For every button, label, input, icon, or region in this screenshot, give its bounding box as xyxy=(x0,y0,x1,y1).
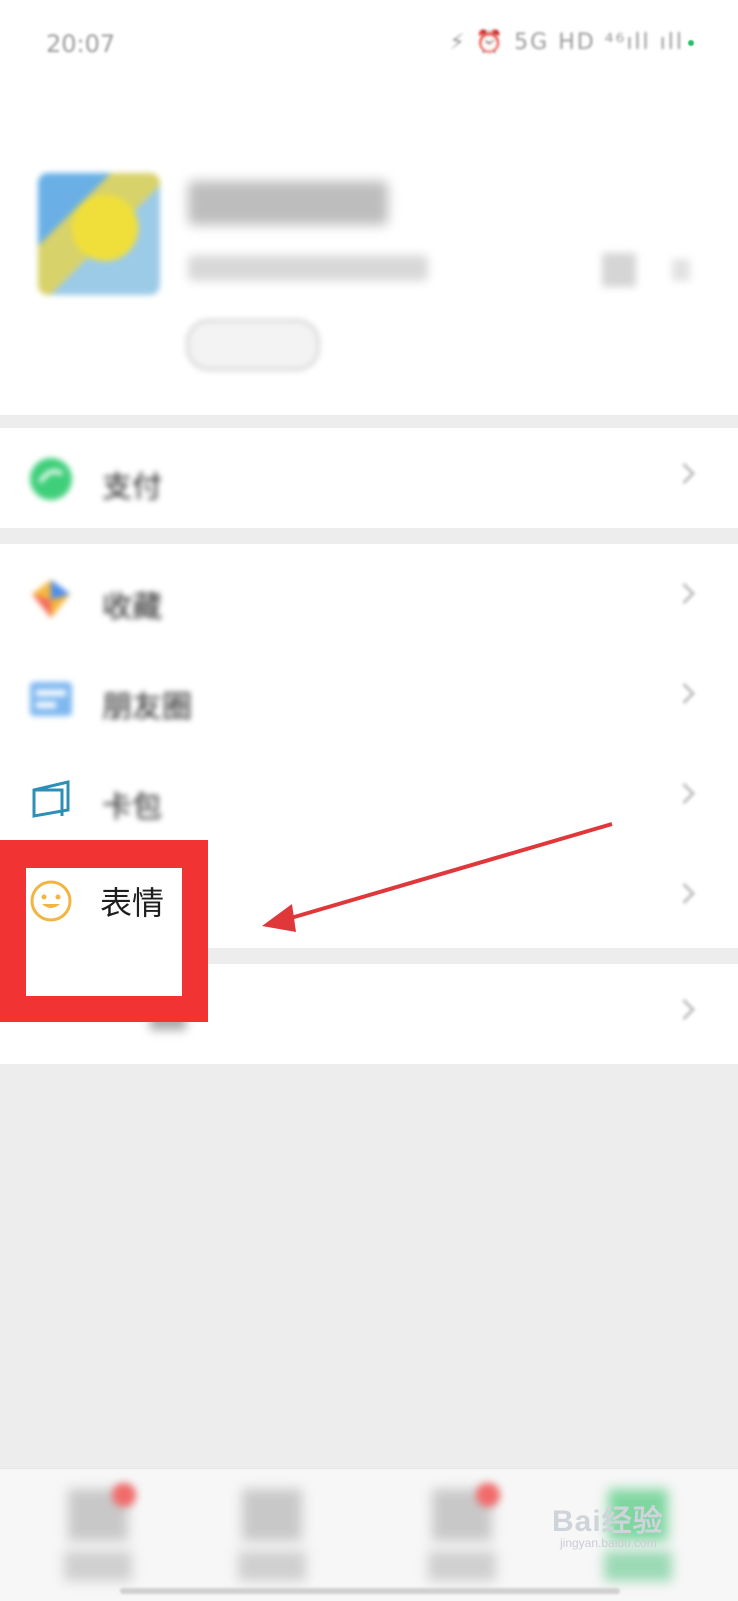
baidu-watermark: Bai经验 xyxy=(552,1505,664,1538)
battery-icon xyxy=(688,40,694,46)
profile-header[interactable] xyxy=(0,95,738,415)
contacts-icon xyxy=(242,1489,302,1541)
discover-badge xyxy=(476,1483,500,1507)
menu-item-cards-label: 卡包 xyxy=(102,790,162,825)
tab-chats[interactable] xyxy=(60,1483,140,1589)
tab-chats-label xyxy=(64,1551,132,1581)
moments-icon xyxy=(28,676,74,722)
chevron-right-icon xyxy=(672,259,690,281)
pay-icon xyxy=(28,456,74,502)
menu-item-favorites[interactable]: 收藏 xyxy=(0,548,738,648)
favorites-icon xyxy=(28,576,74,622)
chevron-right-icon xyxy=(673,882,696,905)
menu-item-moments[interactable]: 朋友圈 xyxy=(0,648,738,748)
menu-item-stickers-label[interactable]: 表情 xyxy=(100,878,164,924)
tab-me-label xyxy=(604,1551,672,1581)
smiley-face-icon xyxy=(28,878,74,924)
qr-code-icon[interactable] xyxy=(602,253,636,287)
tab-discover[interactable] xyxy=(424,1483,504,1589)
tab-contacts[interactable] xyxy=(234,1489,314,1589)
chevron-right-icon xyxy=(673,582,696,605)
status-indicators: ⚡ ⏰ 5G HD ⁴⁶ıll ıll xyxy=(449,30,684,55)
tab-contacts-label xyxy=(238,1551,306,1581)
profile-id-blurred xyxy=(188,255,428,281)
unread-badge xyxy=(112,1483,136,1507)
menu-item-pay[interactable]: 支付 xyxy=(0,428,738,528)
menu-item-pay-label: 支付 xyxy=(102,470,162,505)
menu-section-pay: 支付 xyxy=(0,428,738,528)
chevron-right-icon xyxy=(673,682,696,705)
status-bar: 20:07 ⚡ ⏰ 5G HD ⁴⁶ıll ıll xyxy=(0,0,738,95)
tab-discover-label xyxy=(428,1551,496,1581)
baidu-watermark-url: jingyan.baidu.com xyxy=(560,1536,657,1550)
menu-item-moments-label: 朋友圈 xyxy=(102,690,192,725)
card-wallet-icon xyxy=(28,776,74,822)
chevron-right-icon xyxy=(673,998,696,1021)
home-indicator xyxy=(120,1588,620,1594)
chevron-right-icon xyxy=(673,462,696,485)
chevron-right-icon xyxy=(673,782,696,805)
status-time: 20:07 xyxy=(46,30,116,58)
menu-item-favorites-label: 收藏 xyxy=(102,590,162,625)
menu-item-cards[interactable]: 卡包 xyxy=(0,748,738,848)
status-button[interactable] xyxy=(186,319,320,371)
profile-name-blurred xyxy=(188,181,388,225)
avatar[interactable] xyxy=(38,173,160,295)
